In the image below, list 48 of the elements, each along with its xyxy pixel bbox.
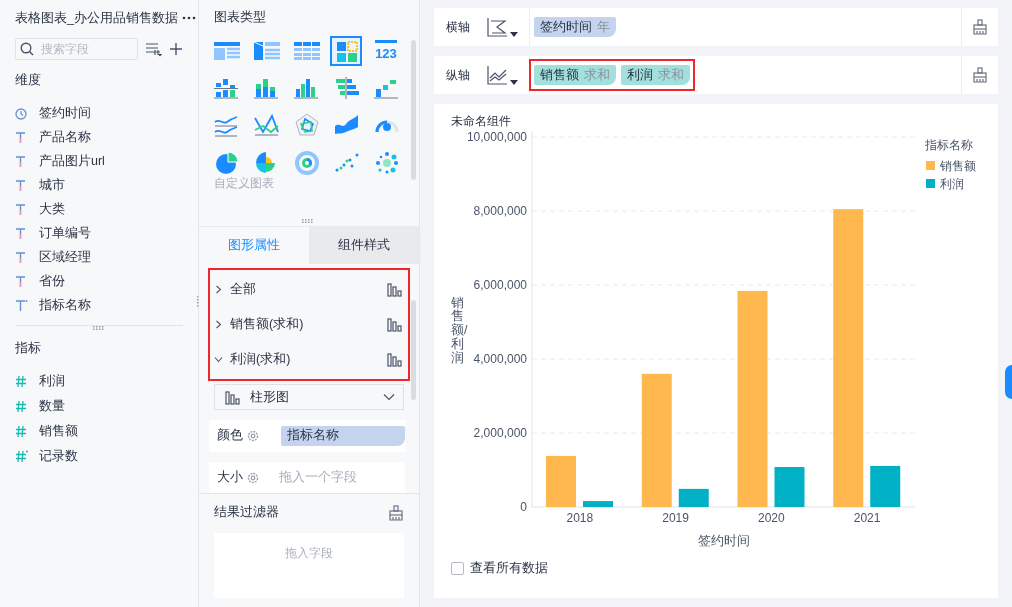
field-item[interactable]: 产品名称: [39, 128, 91, 146]
axis-title: 签约时间: [697, 534, 749, 548]
field-item[interactable]: 大类: [39, 200, 65, 218]
field-item[interactable]: 区域经理: [39, 248, 91, 266]
section-heading: 维度: [15, 72, 42, 89]
tick-label: 2018: [566, 511, 593, 525]
section-heading: 结果过滤器: [214, 504, 279, 522]
field-label: 颜色: [217, 427, 243, 445]
field-item[interactable]: 销售额: [39, 423, 78, 440]
legend-title: 指标名称: [924, 138, 973, 152]
checkbox-label[interactable]: 查看所有数据: [470, 560, 548, 577]
section-heading: 指标: [15, 340, 42, 357]
tick-label: 0: [519, 500, 527, 514]
property-group[interactable]: 全部: [210, 272, 408, 308]
tick-label: 8,000,000: [473, 204, 527, 218]
tick-label: 4,000,000: [473, 352, 527, 366]
tick-label: 2020: [757, 511, 785, 525]
field-item[interactable]: 利润: [39, 373, 65, 390]
field-item[interactable]: 订单编号: [39, 224, 91, 242]
field-item[interactable]: 城市: [39, 176, 65, 194]
tick-label: 2019: [661, 511, 689, 525]
field-chip[interactable]: 利润 求和: [621, 65, 690, 85]
tick-label: 6,000,000: [473, 278, 527, 292]
chart-style-dropdown[interactable]: 柱形图: [214, 384, 404, 411]
legend-label[interactable]: 利润: [939, 177, 964, 191]
field-item[interactable]: 记录数: [39, 448, 78, 465]
tick-label: 10,000,000: [466, 131, 527, 144]
field-item[interactable]: 签约时间: [39, 104, 91, 122]
tick-label: 2021: [853, 511, 880, 525]
field-item[interactable]: 省份: [39, 272, 65, 290]
tab[interactable]: 组件样式: [309, 227, 419, 265]
property-group[interactable]: 利润(求和): [210, 342, 408, 378]
dataset-title: 表格图表_办公用品销售数据: [15, 9, 178, 27]
field-chip[interactable]: 指标名称: [281, 425, 405, 446]
tick-label: 2,000,000: [473, 426, 527, 440]
property-group[interactable]: 销售额(求和): [210, 307, 408, 343]
field-label: 大小: [217, 469, 243, 486]
field-item[interactable]: 产品图片url: [39, 152, 105, 170]
field-chip[interactable]: 销售额 求和: [534, 65, 616, 85]
axis-label: 纵轴: [446, 66, 470, 84]
legend-label[interactable]: 销售额: [939, 159, 976, 173]
field-chip[interactable]: 签约时间 年: [534, 17, 616, 37]
field-item[interactable]: 指标名称: [39, 296, 91, 314]
field-item[interactable]: 数量: [39, 398, 65, 415]
axis-label: 横轴: [446, 18, 470, 36]
search-field[interactable]: 搜索字段: [15, 38, 138, 60]
section-heading: 图表类型: [214, 9, 267, 26]
chart-title: 未命名组件: [451, 113, 512, 130]
